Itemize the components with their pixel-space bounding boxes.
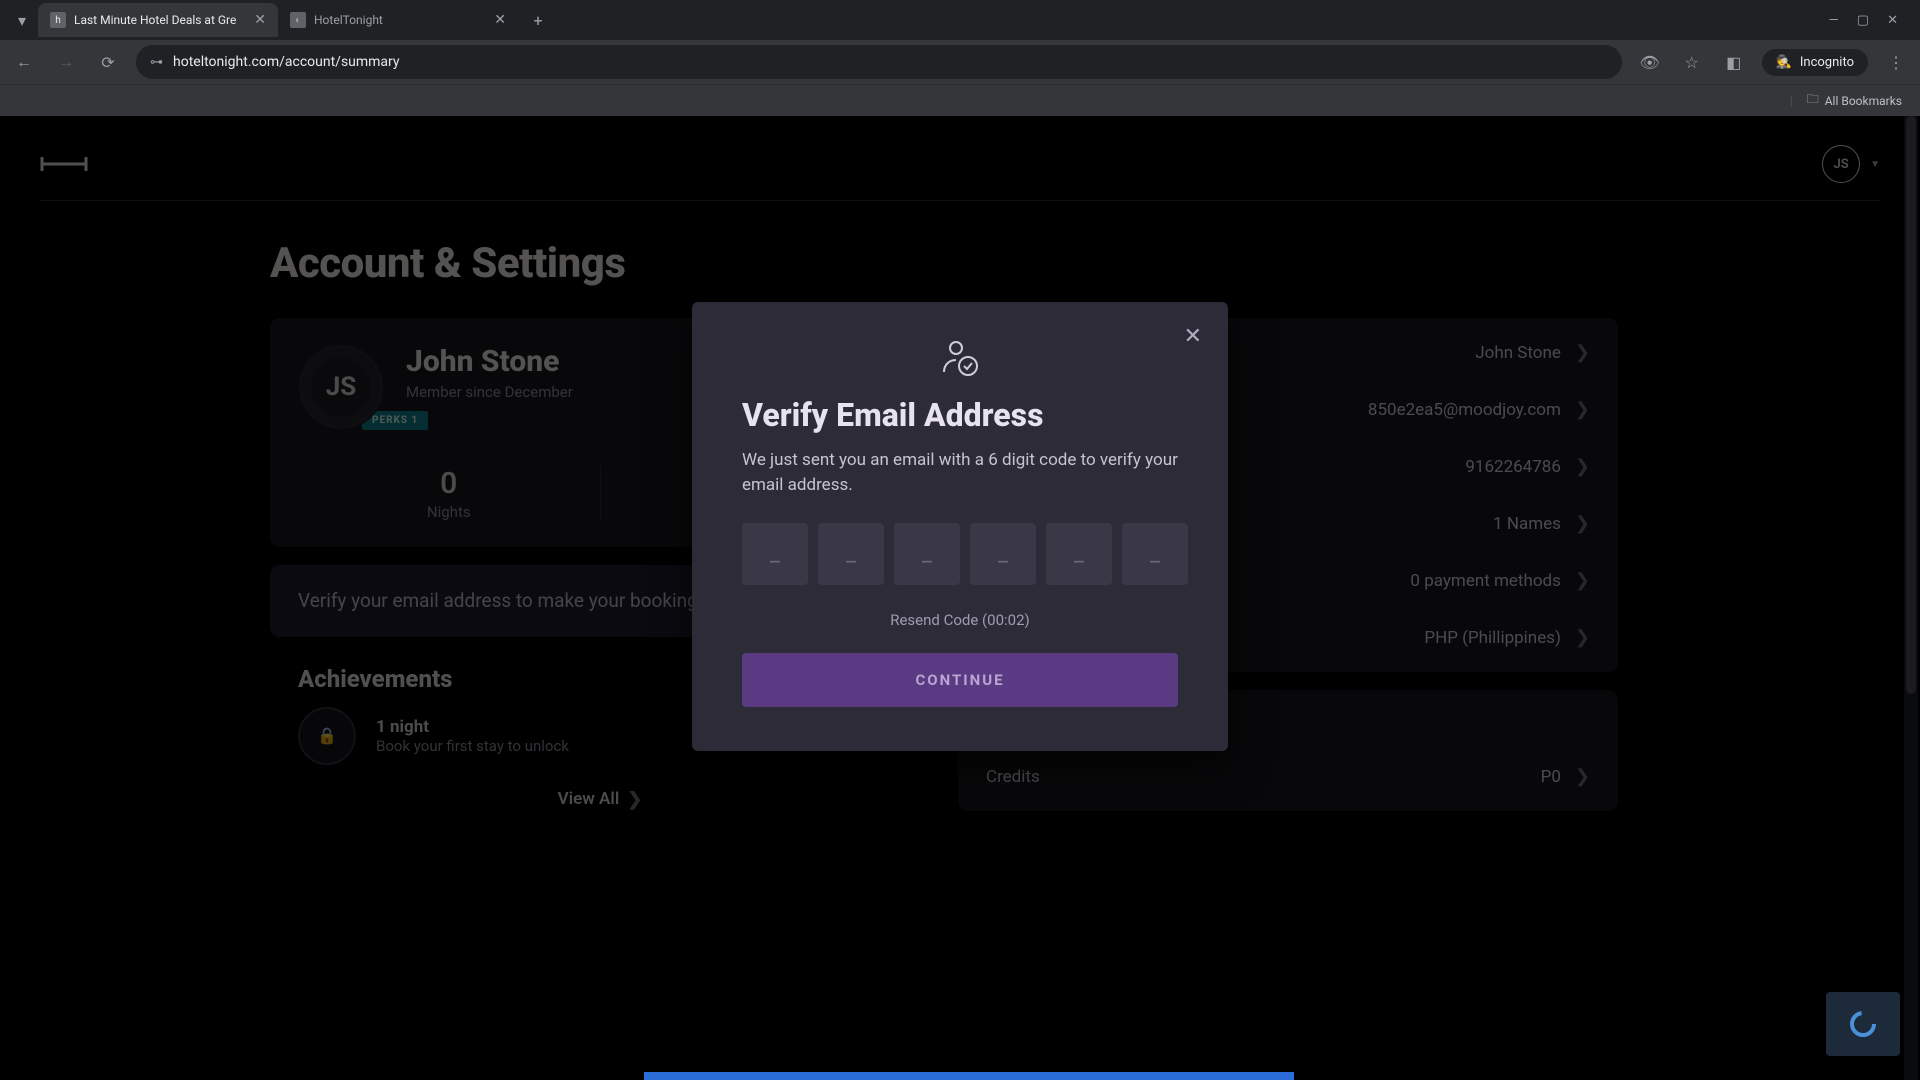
user-menu[interactable]: JS ▼ bbox=[1822, 145, 1880, 183]
bookmarks-bar: | 🗀 All Bookmarks bbox=[0, 84, 1920, 116]
otp-digit-3[interactable] bbox=[894, 523, 960, 585]
browser-tab-active[interactable]: h Last Minute Hotel Deals at Gre ✕ bbox=[38, 3, 278, 37]
all-bookmarks-label: All Bookmarks bbox=[1825, 94, 1902, 108]
member-since: Member since December bbox=[406, 383, 573, 401]
window-controls: — ▢ ✕ bbox=[1829, 13, 1912, 28]
stat-nights: 0 Nights bbox=[298, 466, 601, 521]
browser-toolbar: ← → ⟳ ⊶ hoteltonight.com/account/summary… bbox=[0, 40, 1920, 84]
tab-title: HotelTonight bbox=[314, 13, 486, 27]
avatar: JS bbox=[1822, 145, 1860, 183]
chevron-right-icon: ❯ bbox=[1575, 342, 1590, 363]
otp-digit-4[interactable] bbox=[970, 523, 1036, 585]
chevron-right-icon: ❯ bbox=[1575, 513, 1590, 534]
credits-row[interactable]: Credits P0❯ bbox=[958, 748, 1618, 805]
chevron-right-icon: ❯ bbox=[1575, 627, 1590, 648]
favicon-icon: ◐ bbox=[290, 12, 306, 28]
tab-strip: ▾ h Last Minute Hotel Deals at Gre ✕ ◐ H… bbox=[0, 0, 1920, 40]
kebab-menu-icon[interactable]: ⋮ bbox=[1882, 53, 1910, 72]
folder-icon: 🗀 bbox=[1807, 90, 1819, 111]
forward-button[interactable]: → bbox=[52, 52, 80, 72]
page-title: Account & Settings bbox=[270, 239, 1920, 288]
url-text: hoteltonight.com/account/summary bbox=[173, 54, 400, 70]
bottom-notification-strip bbox=[644, 1072, 1294, 1080]
chevron-down-icon: ▼ bbox=[1870, 159, 1880, 170]
new-tab-button[interactable]: + bbox=[524, 6, 552, 34]
recaptcha-icon bbox=[1848, 1009, 1878, 1039]
otp-digit-6[interactable] bbox=[1122, 523, 1188, 585]
achievement-title: 1 night bbox=[376, 717, 569, 737]
close-tab-icon[interactable]: ✕ bbox=[494, 12, 506, 28]
minimize-icon[interactable]: — bbox=[1829, 13, 1839, 28]
bookmarks-divider: | bbox=[1790, 94, 1793, 108]
browser-tab[interactable]: ◐ HotelTonight ✕ bbox=[278, 3, 518, 37]
maximize-icon[interactable]: ▢ bbox=[1857, 13, 1869, 28]
profile-name: John Stone bbox=[406, 344, 573, 379]
close-modal-button[interactable]: ✕ bbox=[1184, 324, 1202, 349]
otp-input-group bbox=[742, 523, 1178, 585]
reload-button[interactable]: ⟳ bbox=[94, 53, 122, 72]
modal-title: Verify Email Address bbox=[742, 396, 1178, 434]
resend-code-text: Resend Code (00:02) bbox=[742, 611, 1178, 629]
chevron-right-icon: ❯ bbox=[1575, 456, 1590, 477]
chevron-right-icon: ❯ bbox=[1575, 399, 1590, 420]
achievement-subtitle: Book your first stay to unlock bbox=[376, 737, 569, 755]
eye-off-icon[interactable]: 👁 bbox=[1636, 53, 1664, 72]
tab-search-dropdown[interactable]: ▾ bbox=[8, 6, 36, 34]
view-all-link[interactable]: View All ❯ bbox=[270, 789, 930, 810]
tab-title: Last Minute Hotel Deals at Gre bbox=[74, 13, 246, 27]
close-window-icon[interactable]: ✕ bbox=[1887, 13, 1898, 28]
user-verify-icon bbox=[742, 338, 1178, 378]
incognito-chip[interactable]: 🕵 Incognito bbox=[1762, 49, 1868, 76]
bookmark-star-icon[interactable]: ☆ bbox=[1678, 53, 1706, 72]
all-bookmarks-button[interactable]: 🗀 All Bookmarks bbox=[1807, 90, 1902, 111]
address-bar[interactable]: ⊶ hoteltonight.com/account/summary bbox=[136, 45, 1622, 79]
otp-digit-2[interactable] bbox=[818, 523, 884, 585]
side-panel-icon[interactable]: ◧ bbox=[1720, 53, 1748, 72]
avatar-large: JS bbox=[298, 344, 384, 430]
close-tab-icon[interactable]: ✕ bbox=[254, 12, 266, 28]
incognito-label: Incognito bbox=[1800, 55, 1854, 70]
chevron-right-icon: ❯ bbox=[1575, 570, 1590, 591]
brand-logo[interactable] bbox=[40, 153, 88, 175]
browser-chrome: ▾ h Last Minute Hotel Deals at Gre ✕ ◐ H… bbox=[0, 0, 1920, 116]
site-header: JS ▼ bbox=[0, 116, 1920, 194]
otp-digit-1[interactable] bbox=[742, 523, 808, 585]
otp-digit-5[interactable] bbox=[1046, 523, 1112, 585]
incognito-icon: 🕵 bbox=[1776, 55, 1792, 70]
recaptcha-badge[interactable] bbox=[1826, 992, 1900, 1056]
favicon-icon: h bbox=[50, 12, 66, 28]
modal-body: We just sent you an email with a 6 digit… bbox=[742, 448, 1178, 497]
site-info-icon[interactable]: ⊶ bbox=[150, 55, 163, 70]
chevron-right-icon: ❯ bbox=[627, 789, 642, 810]
back-button[interactable]: ← bbox=[10, 52, 38, 72]
verify-email-modal: ✕ Verify Email Address We just sent you … bbox=[692, 302, 1228, 751]
lock-icon: 🔒 bbox=[298, 707, 356, 765]
continue-button[interactable]: CONTINUE bbox=[742, 653, 1178, 707]
chevron-right-icon: ❯ bbox=[1575, 766, 1590, 787]
